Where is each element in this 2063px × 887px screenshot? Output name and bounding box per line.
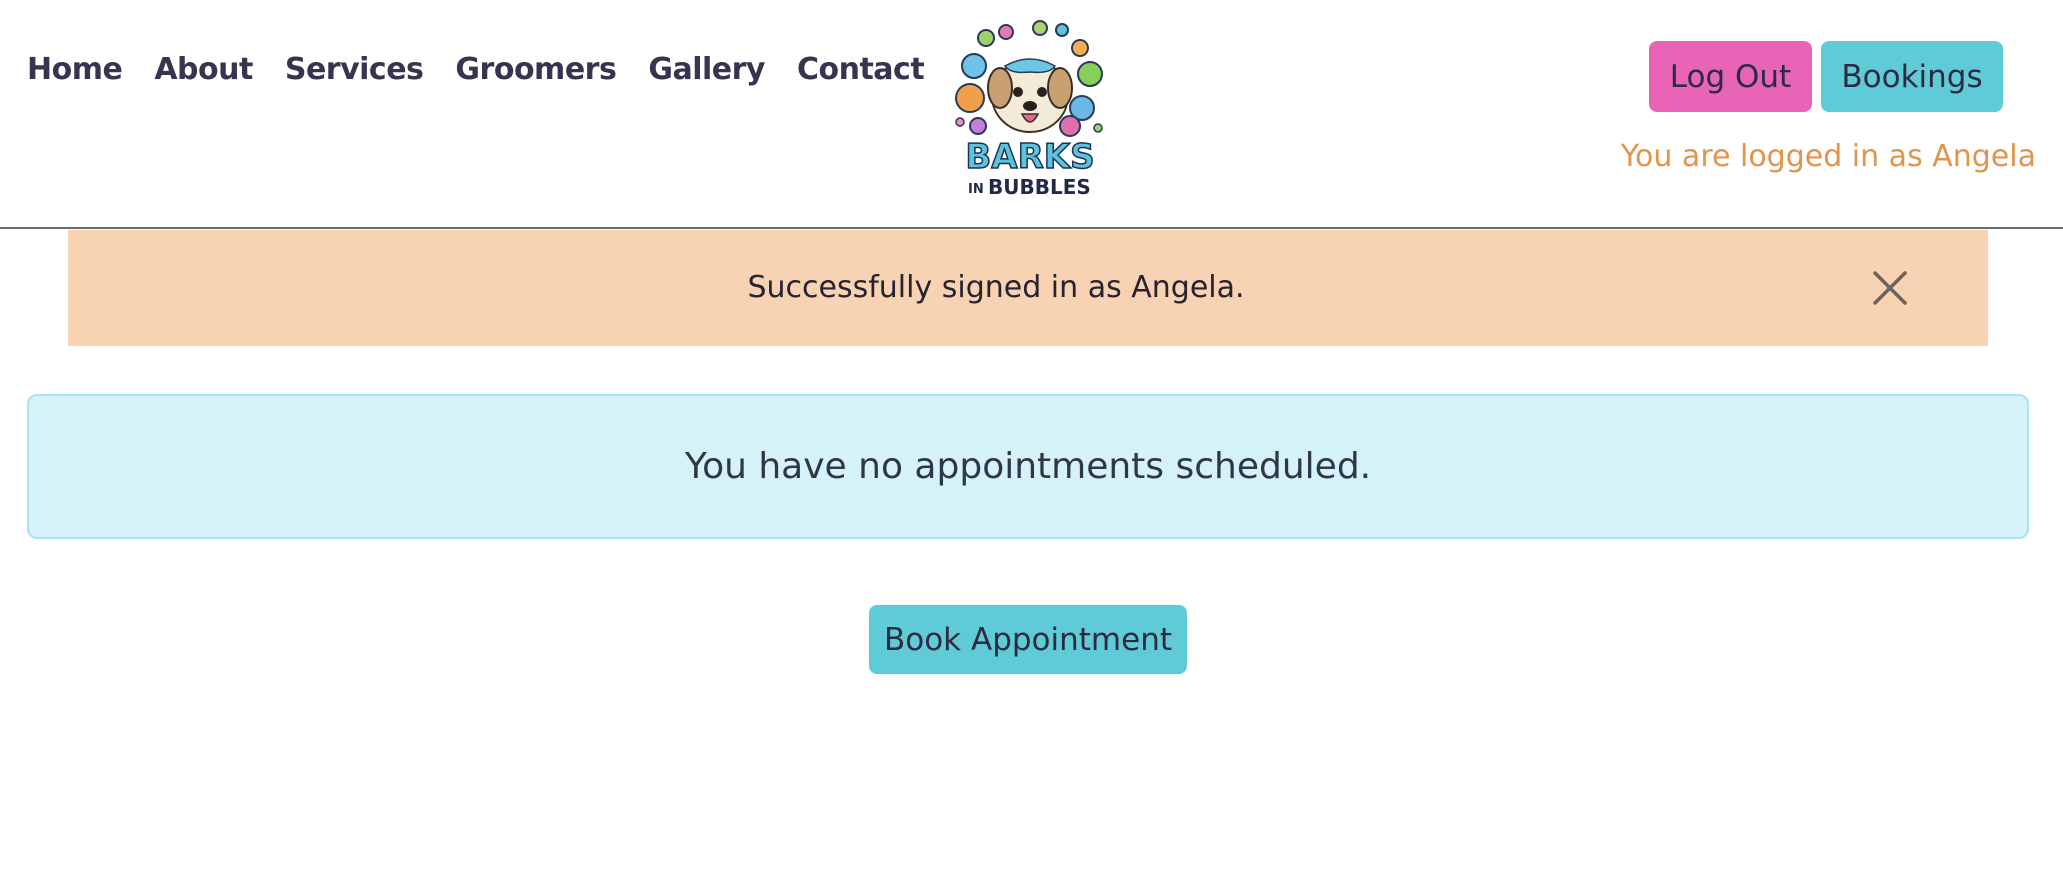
nav-link-about[interactable]: About: [154, 52, 253, 87]
logo-text-prefix: IN: [968, 182, 984, 197]
close-icon[interactable]: [1872, 270, 1908, 306]
bookings-button[interactable]: Bookings: [1821, 41, 2003, 112]
no-appointments-alert: You have no appointments scheduled.: [27, 394, 2029, 539]
nav-link-gallery[interactable]: Gallery: [648, 52, 765, 87]
logo-text-line2: BUBBLES: [988, 175, 1091, 199]
log-out-button[interactable]: Log Out: [1649, 41, 1812, 112]
login-status-text: You are logged in as Angela: [1620, 139, 2036, 174]
book-appointment-button[interactable]: Book Appointment: [869, 605, 1187, 674]
nav-link-groomers[interactable]: Groomers: [455, 52, 616, 87]
flash-message-text: Successfully signed in as Angela.: [747, 270, 1245, 305]
barks-in-bubbles-logo[interactable]: BARKS IN BUBBLES: [950, 18, 1110, 200]
book-appointment-wrapper: Book Appointment: [869, 605, 1187, 674]
nav-link-contact[interactable]: Contact: [797, 52, 925, 87]
nav-link-home[interactable]: Home: [27, 52, 123, 87]
auth-buttons: Log Out Bookings: [1649, 41, 2003, 112]
main-nav: Home About Services Groomers Gallery Con…: [27, 52, 925, 87]
site-header: Home About Services Groomers Gallery Con…: [0, 0, 2063, 229]
logo-text-line1: BARKS: [965, 137, 1094, 177]
flash-message: Successfully signed in as Angela.: [68, 230, 1988, 346]
nav-link-services[interactable]: Services: [285, 52, 424, 87]
